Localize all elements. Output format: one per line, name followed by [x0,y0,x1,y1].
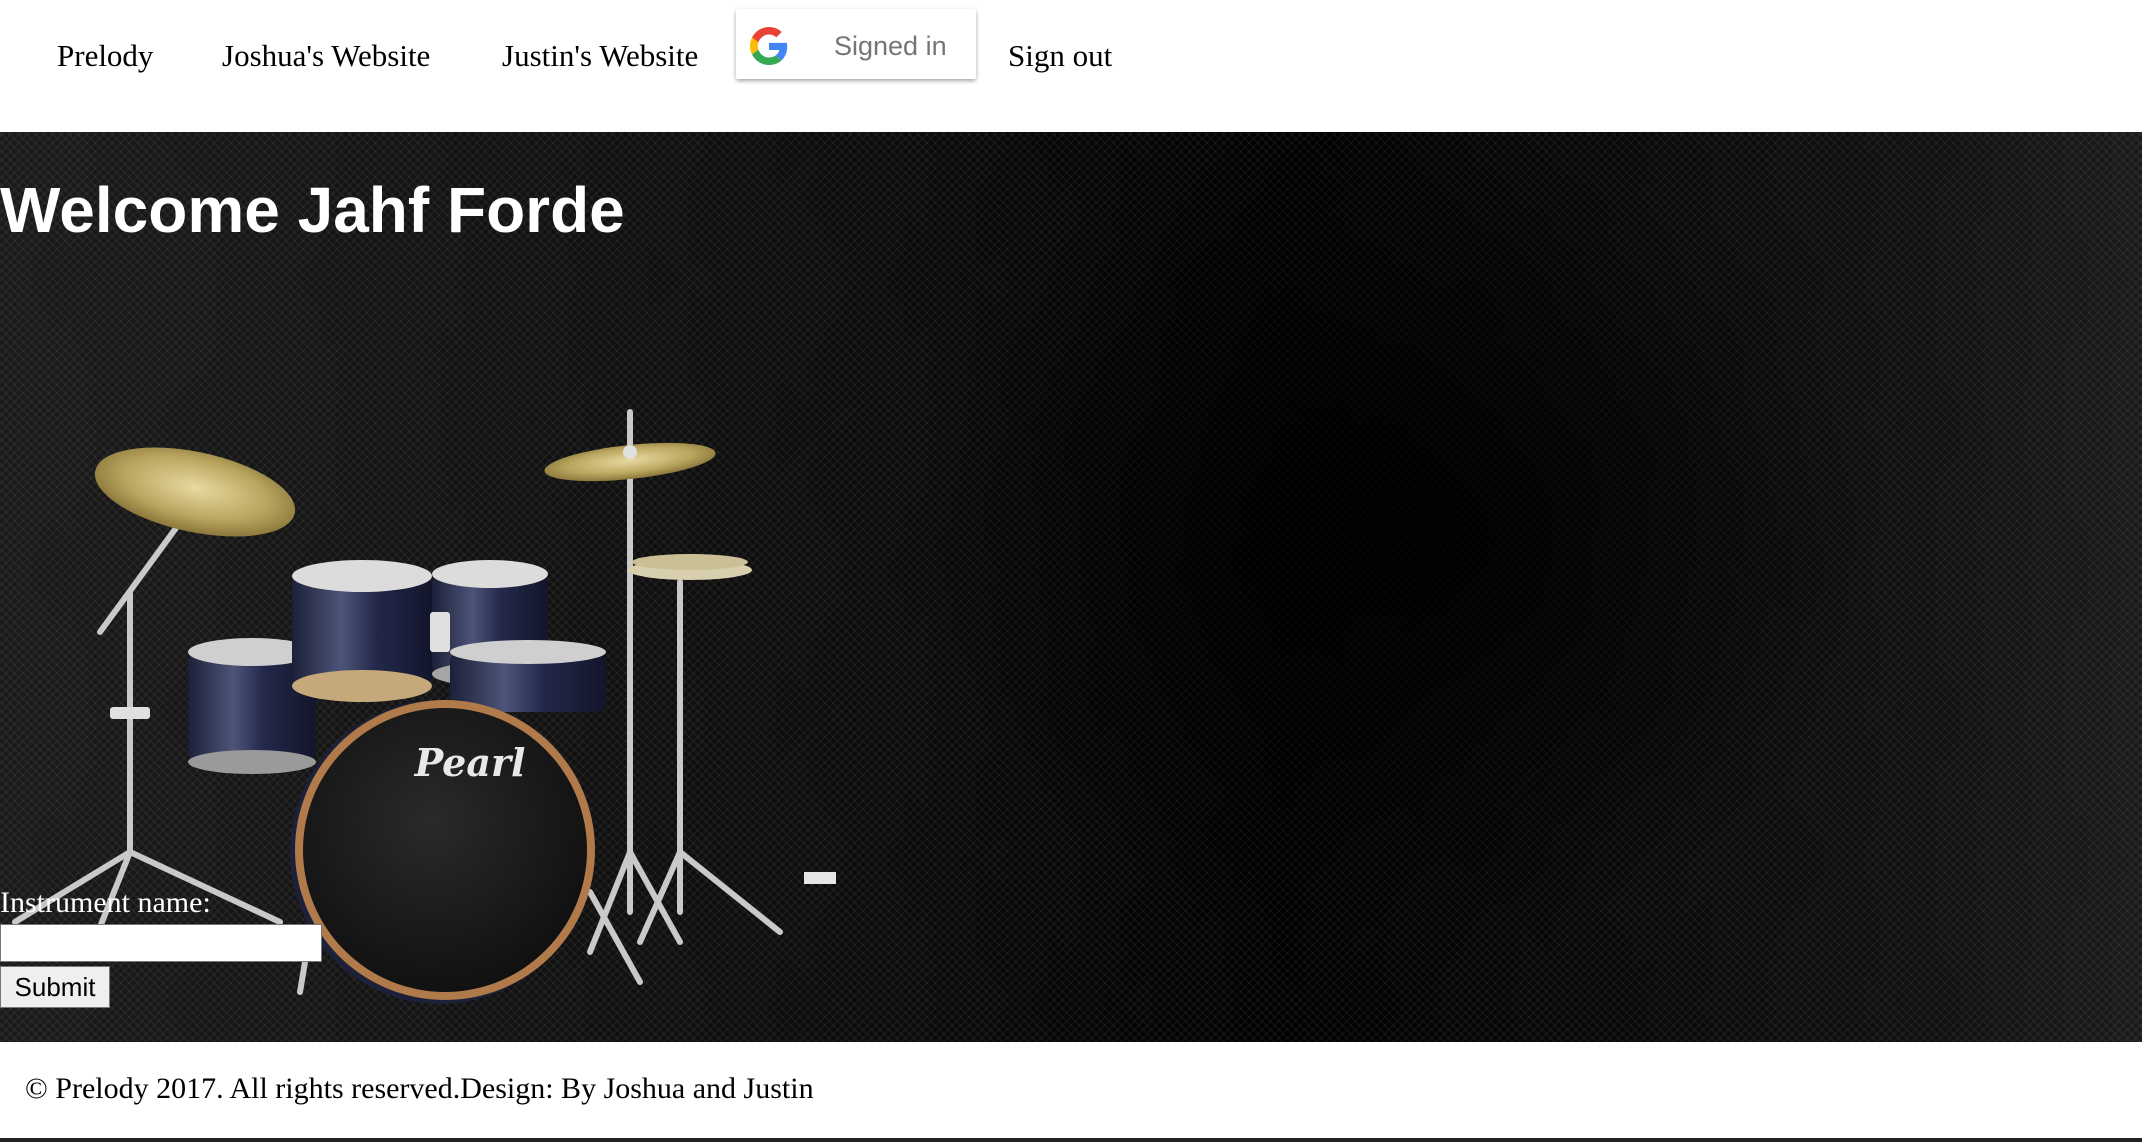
top-navigation: Prelody Joshua's Website Justin's Websit… [0,0,2142,132]
slider-handle[interactable] [804,872,836,884]
google-icon [750,27,788,65]
instrument-name-input[interactable] [0,924,322,962]
bottom-divider [0,1138,2142,1142]
submit-button[interactable]: Submit [0,966,110,1008]
hero-section: Welcome Jahf Forde Pearl Instrument name… [0,132,2142,1042]
nav-link-prelody[interactable]: Prelody [57,36,153,76]
nav-link-justin-website[interactable]: Justin's Website [502,36,698,76]
instrument-name-label: Instrument name: [0,886,211,919]
nav-link-joshua-website[interactable]: Joshua's Website [222,36,430,76]
drum-brand-logo: Pearl [414,740,526,785]
footer: © Prelody 2017. All rights reserved.Desi… [0,1042,2142,1138]
footer-copyright: © Prelody 2017. All rights reserved.Desi… [25,1072,814,1105]
welcome-heading: Welcome Jahf Forde [0,174,625,246]
google-signin-button[interactable]: Signed in [736,9,976,79]
sign-out-link[interactable]: Sign out [1008,36,1112,76]
google-signin-label: Signed in [834,31,947,61]
